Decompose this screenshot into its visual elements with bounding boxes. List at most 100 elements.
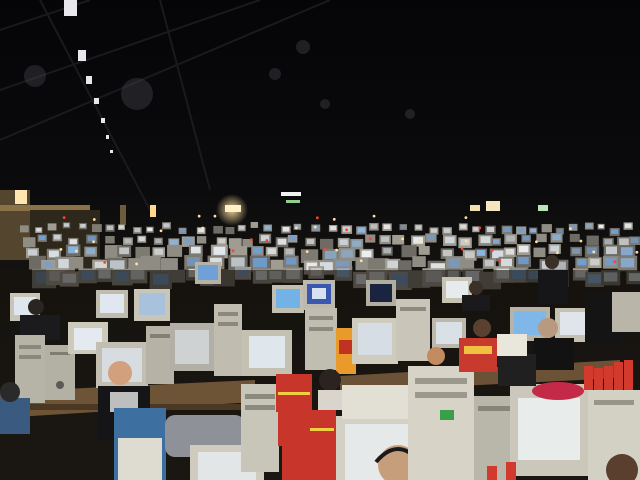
distant-monitor xyxy=(536,233,547,243)
distant-monitor xyxy=(319,238,334,250)
distant-light-dot xyxy=(555,251,559,255)
distant-screen xyxy=(285,248,294,255)
distant-light-dot xyxy=(464,239,468,243)
distant-screen xyxy=(442,249,453,257)
distant-screen xyxy=(530,228,537,233)
distant-screen xyxy=(415,225,422,230)
red-cap xyxy=(532,382,584,400)
distant-screen xyxy=(179,228,186,233)
distant-screen xyxy=(430,228,438,233)
distant-monitor xyxy=(225,226,235,235)
distant-light-dot xyxy=(335,248,339,252)
distant-screen xyxy=(517,227,525,233)
distant-screen xyxy=(306,239,315,245)
tower-pc-center xyxy=(305,308,337,370)
distant-screen xyxy=(170,239,178,245)
distant-monitor xyxy=(196,236,207,244)
distant-screen xyxy=(330,225,337,231)
monitor-center-c xyxy=(366,280,396,306)
distant-screen xyxy=(619,238,629,246)
distant-screen xyxy=(218,238,226,244)
distant-screen xyxy=(370,224,378,229)
distant-screen xyxy=(503,226,511,233)
distant-screen xyxy=(620,258,635,268)
distant-screen xyxy=(267,248,276,255)
distant-monitor xyxy=(47,223,57,231)
distant-screen xyxy=(357,227,365,233)
distant-screen xyxy=(27,249,37,256)
distant-monitor xyxy=(91,224,102,233)
distant-light-dot xyxy=(372,214,376,218)
distant-light-dot xyxy=(569,227,572,231)
distant-screen xyxy=(361,250,372,258)
distant-screen xyxy=(464,251,475,258)
distant-screen xyxy=(557,228,563,233)
distant-screen xyxy=(190,246,201,254)
distant-screen xyxy=(630,237,639,243)
distant-screen xyxy=(500,258,512,267)
distant-screen xyxy=(443,228,451,233)
distant-screen xyxy=(264,225,271,230)
distant-screen xyxy=(53,234,61,240)
distant-screen xyxy=(518,256,529,265)
box-fg xyxy=(342,385,412,419)
distant-light-dot xyxy=(265,239,269,242)
distant-screen xyxy=(134,228,141,233)
distant-light-dot xyxy=(368,237,372,241)
distant-light-dot xyxy=(62,216,66,220)
distant-screen xyxy=(550,245,559,252)
distant-monitor xyxy=(533,247,546,258)
distant-screen xyxy=(383,248,392,254)
person-back-right xyxy=(473,319,491,337)
speakers xyxy=(498,354,536,386)
monitor-center-a xyxy=(272,285,304,313)
monitor-left-b xyxy=(96,290,128,318)
distant-light-dot xyxy=(464,216,468,220)
distant-screen xyxy=(505,248,515,255)
distant-screen xyxy=(277,238,287,245)
distant-screen xyxy=(39,235,46,241)
tower-pc-center-b xyxy=(396,299,430,361)
distant-screen xyxy=(486,226,495,233)
pringles-box xyxy=(459,338,497,372)
distant-light-dot xyxy=(579,239,583,243)
distant-screen xyxy=(253,247,262,254)
distant-screen xyxy=(48,250,59,258)
distant-light-dot xyxy=(498,259,502,263)
distant-screen xyxy=(426,234,435,241)
distant-light-dot xyxy=(417,239,421,243)
distant-screen xyxy=(620,247,633,256)
distant-screen xyxy=(590,258,600,266)
distant-light-dot xyxy=(305,250,309,253)
tower-pc-mid-b xyxy=(214,304,242,376)
monitor-left-c xyxy=(134,289,170,321)
distant-screen xyxy=(484,260,494,267)
distant-screen xyxy=(163,223,170,228)
distant-light-dot xyxy=(323,247,327,251)
distant-screen xyxy=(473,227,479,231)
distant-screen xyxy=(147,227,153,232)
distant-screen xyxy=(36,228,42,232)
distant-screen xyxy=(624,223,632,228)
distant-light-dot xyxy=(92,218,96,221)
tower-pc-fg-center xyxy=(408,366,474,480)
distant-screen xyxy=(352,240,362,247)
distant-screen xyxy=(476,250,486,256)
distant-screen xyxy=(138,236,145,242)
distant-monitor xyxy=(401,245,417,258)
monitor-mid-b xyxy=(242,330,292,376)
distant-monitor xyxy=(569,233,580,242)
distant-light-dot xyxy=(92,240,95,244)
distant-monitor xyxy=(213,225,223,234)
distant-light-dot xyxy=(613,260,617,264)
distant-light-dot xyxy=(359,259,363,263)
distant-screen xyxy=(119,225,124,229)
distant-light-dot xyxy=(59,248,63,251)
distant-screen xyxy=(124,238,132,244)
distant-light-dot xyxy=(345,228,349,232)
distant-monitor xyxy=(105,235,115,244)
distant-light-dot xyxy=(313,225,317,229)
distant-screen xyxy=(289,236,296,241)
distant-screen xyxy=(154,248,164,255)
distant-light-dot xyxy=(460,247,464,251)
